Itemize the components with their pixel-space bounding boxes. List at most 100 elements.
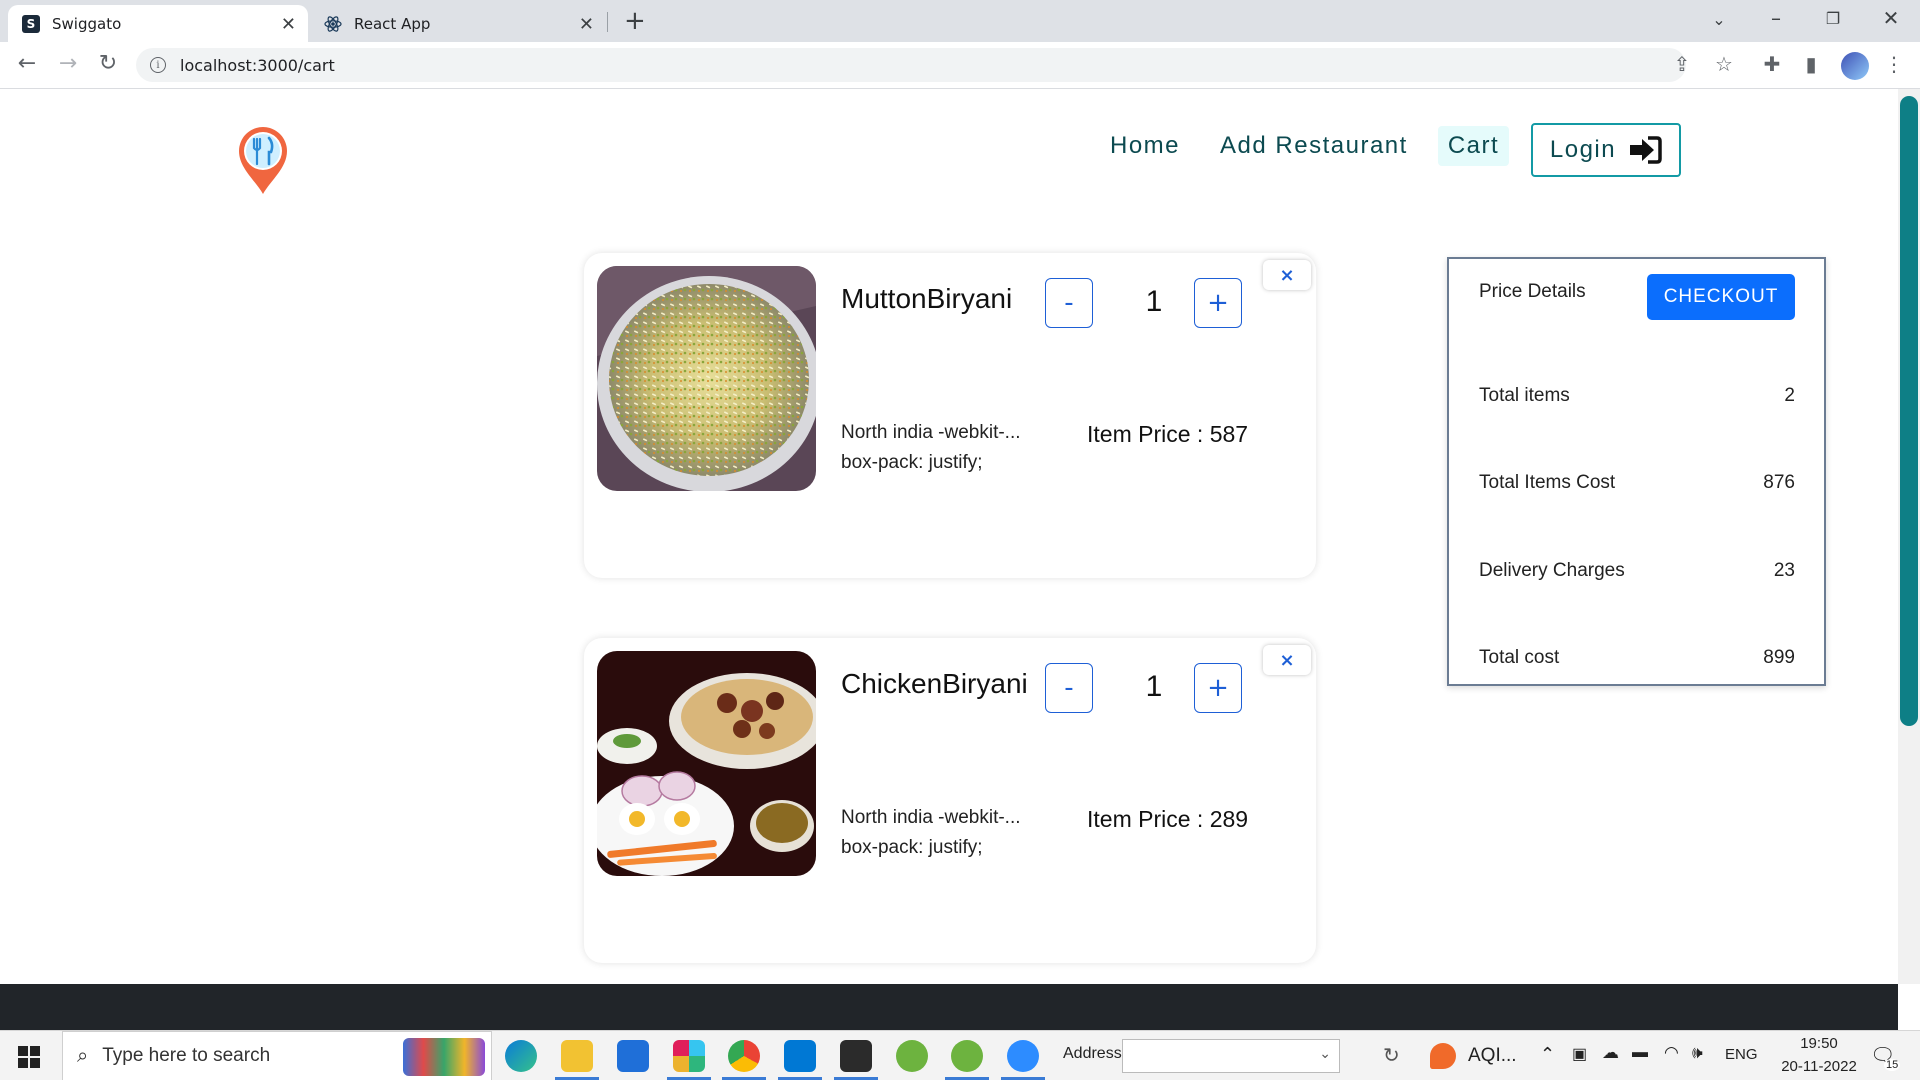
tray-chevron-up-icon[interactable]: ⌃ [1540, 1044, 1555, 1065]
slack-icon[interactable] [673, 1040, 705, 1072]
side-panel-icon[interactable]: ▮ [1797, 52, 1825, 76]
volume-icon[interactable]: 🕪 [1692, 1043, 1703, 1063]
language-indicator[interactable]: ENG [1725, 1046, 1758, 1063]
quantity-value: 1 [1145, 285, 1163, 318]
tab-title: React App [354, 14, 431, 33]
mutton-biryani-image [597, 266, 816, 491]
login-label: Login [1549, 136, 1617, 163]
price-row-label: Delivery Charges [1479, 560, 1625, 581]
cart-page: Home Add Restaurant Cart Login MuttonBir… [0, 89, 1898, 984]
weather-text[interactable]: AQI... [1468, 1045, 1517, 1067]
react-icon [324, 15, 342, 33]
price-row-items-cost: Total Items Cost 876 [1479, 472, 1795, 494]
item-description-line: box-pack: justify; [841, 837, 983, 858]
wifi-icon[interactable]: ◠ [1664, 1043, 1679, 1063]
page-footer [0, 984, 1898, 1030]
item-price: Item Price : 587 [1087, 421, 1249, 447]
url-omnibox[interactable]: i localhost:3000/cart [136, 48, 1686, 82]
weather-icon[interactable] [1430, 1043, 1456, 1069]
remove-item-button[interactable]: × [1263, 260, 1311, 290]
cart-item-card: ChickenBiryani - 1 + × North india -webk… [584, 638, 1316, 963]
checkout-button[interactable]: CHECKOUT [1647, 274, 1795, 320]
increase-quantity-button[interactable]: + [1194, 663, 1242, 713]
nav-cart[interactable]: Cart [1437, 126, 1510, 166]
file-explorer-icon[interactable] [561, 1040, 593, 1072]
zoom-icon[interactable] [1007, 1040, 1039, 1072]
chrome-icon[interactable] [728, 1040, 760, 1072]
windows-taskbar: ⌕ Type here to search Address ⌄ ↻ AQI...… [0, 1030, 1920, 1080]
meet-now-icon[interactable]: ▣ [1572, 1044, 1587, 1064]
new-tab-icon[interactable]: + [624, 6, 646, 36]
reload-icon[interactable]: ↻ [93, 51, 123, 76]
bookmark-star-icon[interactable]: ☆ [1710, 52, 1738, 76]
minimize-icon[interactable]: – [1761, 6, 1791, 30]
price-row-value: 2 [1784, 385, 1795, 406]
site-info-icon[interactable]: i [150, 57, 166, 73]
edge-icon[interactable] [505, 1040, 537, 1072]
price-row-total-items: Total items 2 [1479, 385, 1795, 407]
price-row-label: Total cost [1479, 647, 1560, 668]
extensions-icon[interactable]: ✚ [1758, 52, 1786, 76]
swiggato-logo-icon[interactable] [235, 124, 291, 196]
clock-date[interactable]: 20-11-2022 [1770, 1058, 1868, 1075]
cart-item-card: MuttonBiryani - 1 + × North india -webki… [584, 253, 1316, 578]
spring-tool-icon[interactable] [896, 1040, 928, 1072]
address-toolbar-label: Address [1063, 1045, 1122, 1062]
chevron-down-icon[interactable]: ⌄ [1319, 1046, 1331, 1062]
tab-swiggato[interactable]: S Swiggato ✕ [8, 5, 308, 42]
notification-count: 15 [1884, 1059, 1901, 1071]
item-price: Item Price : 289 [1087, 806, 1249, 832]
item-description-line: North india -webkit-... [841, 422, 1021, 443]
price-row-total-cost: Total cost 899 [1479, 647, 1795, 669]
tab-title: Swiggato [52, 14, 122, 33]
battery-icon[interactable]: ▬ [1632, 1044, 1648, 1062]
mail-icon[interactable] [617, 1040, 649, 1072]
windows-start-icon[interactable] [18, 1046, 40, 1068]
quantity-value: 1 [1145, 670, 1163, 703]
back-icon[interactable]: ← [12, 51, 42, 76]
main-nav: Home Add Restaurant Cart [1100, 123, 1510, 169]
chicken-biryani-image [597, 651, 816, 876]
close-window-icon[interactable]: ✕ [1876, 6, 1906, 30]
menu-kebab-icon[interactable]: ⋮ [1880, 52, 1908, 76]
remove-item-button[interactable]: × [1263, 645, 1311, 675]
close-tab-icon[interactable]: ✕ [579, 14, 594, 35]
sign-in-icon [1630, 136, 1662, 164]
price-details-title: Price Details [1479, 281, 1586, 302]
item-name: ChickenBiryani [841, 668, 1028, 699]
onedrive-icon[interactable]: ☁ [1602, 1043, 1619, 1063]
scrollbar-thumb[interactable] [1900, 96, 1918, 726]
taskbar-search-box[interactable]: ⌕ Type here to search [62, 1031, 492, 1080]
nav-home[interactable]: Home [1100, 126, 1190, 166]
swiggato-favicon-icon: S [22, 14, 40, 33]
forward-icon[interactable]: → [53, 51, 83, 76]
address-go-icon[interactable]: ↻ [1383, 1043, 1400, 1068]
nav-add-restaurant[interactable]: Add Restaurant [1210, 126, 1418, 166]
share-icon[interactable]: ⇪ [1668, 52, 1696, 76]
item-description-line: North india -webkit-... [841, 807, 1021, 828]
item-description: North india -webkit-... box-pack: justif… [841, 803, 1061, 863]
price-row-value: 876 [1763, 472, 1795, 493]
decrease-quantity-button[interactable]: - [1045, 663, 1093, 713]
price-row-label: Total Items Cost [1479, 472, 1616, 493]
restore-icon[interactable]: ❐ [1818, 9, 1848, 28]
vscode-icon[interactable] [784, 1040, 816, 1072]
tab-search-chevron-icon[interactable]: ⌄ [1704, 10, 1734, 29]
decrease-quantity-button[interactable]: - [1045, 278, 1093, 328]
login-button[interactable]: Login [1531, 123, 1681, 177]
item-description: North india -webkit-... box-pack: justif… [841, 418, 1061, 478]
mysql-shell-icon[interactable] [840, 1040, 872, 1072]
item-description-line: box-pack: justify; [841, 452, 983, 473]
price-details-panel: Price Details CHECKOUT Total items 2 Tot… [1447, 257, 1826, 686]
clock-time[interactable]: 19:50 [1790, 1035, 1848, 1052]
price-row-value: 899 [1763, 647, 1795, 668]
spring-tool-icon[interactable] [951, 1040, 983, 1072]
search-placeholder: Type here to search [102, 1045, 271, 1066]
close-tab-icon[interactable]: ✕ [281, 14, 296, 35]
address-toolbar-input[interactable]: ⌄ [1122, 1039, 1340, 1073]
increase-quantity-button[interactable]: + [1194, 278, 1242, 328]
tab-react-app[interactable]: React App ✕ [310, 5, 606, 42]
profile-avatar[interactable] [1841, 52, 1869, 80]
search-icon: ⌕ [77, 1044, 89, 1067]
search-highlight-icon [403, 1038, 485, 1076]
